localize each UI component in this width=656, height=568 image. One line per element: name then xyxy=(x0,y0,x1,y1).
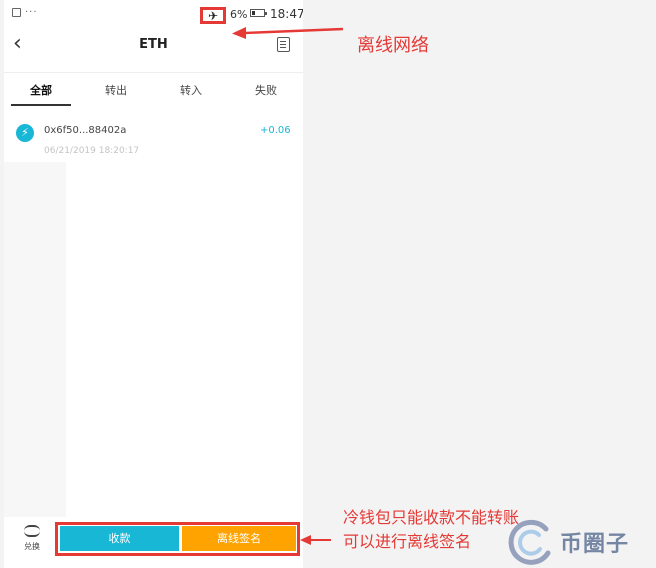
bottom-action-bar: 兑换 收款 离线签名 xyxy=(4,517,303,568)
swap-icon xyxy=(24,525,40,537)
watermark-text: 币圈子 xyxy=(560,532,630,557)
tab-all[interactable]: 全部 xyxy=(4,82,78,98)
annotation-arrow-top xyxy=(232,27,344,39)
transaction-row[interactable]: ⚡ 0x6f50...88402a +0.06 06/21/2019 18:20… xyxy=(4,118,303,160)
transaction-address: 0x6f50...88402a xyxy=(44,125,127,136)
lightning-icon: ⚡ xyxy=(16,124,34,142)
exchange-button[interactable]: 兑换 xyxy=(17,525,47,561)
active-tab-indicator xyxy=(11,104,71,106)
status-time: 18:47 xyxy=(270,7,303,21)
annotation-offline-network: 离线网络 xyxy=(357,35,429,56)
document-line xyxy=(280,44,286,46)
annotation-arrow-bottom xyxy=(300,535,331,545)
divider xyxy=(4,72,303,73)
exchange-label: 兑换 xyxy=(24,542,40,551)
battery-fill xyxy=(252,11,255,15)
battery-icon xyxy=(250,9,267,17)
battery-percent: 6% xyxy=(230,8,248,21)
content-background xyxy=(4,162,66,517)
document-line xyxy=(280,41,286,43)
watermark: 币圈子 xyxy=(504,519,654,565)
offline-sign-button[interactable]: 离线签名 xyxy=(182,526,296,551)
tab-failed[interactable]: 失败 xyxy=(229,82,303,98)
tab-bar: 全部 转出 转入 失败 xyxy=(4,78,303,106)
tab-outgoing[interactable]: 转出 xyxy=(79,82,153,98)
tab-incoming[interactable]: 转入 xyxy=(154,82,228,98)
phone-screen: ··· ✈ 6% 18:47 ‹ ETH 全部 转出 转入 失败 ⚡ 0x6f5… xyxy=(4,0,303,568)
watermark-logo xyxy=(508,519,551,565)
airplane-mode-icon: ✈ xyxy=(200,7,226,24)
document-line xyxy=(280,47,286,49)
receive-button[interactable]: 收款 xyxy=(60,526,179,551)
transaction-amount: +0.06 xyxy=(260,125,291,136)
status-dots: ··· xyxy=(25,7,38,18)
status-left: ··· xyxy=(12,7,38,18)
notification-icon xyxy=(12,8,21,17)
transaction-time: 06/21/2019 18:20:17 xyxy=(44,146,140,156)
